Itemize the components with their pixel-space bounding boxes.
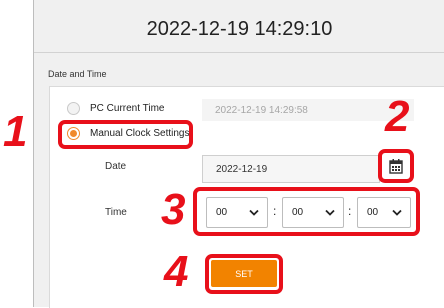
time-label: Time [105, 207, 127, 218]
callout-2: 2 [385, 92, 410, 141]
date-label: Date [105, 161, 127, 172]
pc-time-option[interactable]: PC Current Time [67, 102, 164, 115]
callout-4: 4 [164, 247, 189, 296]
current-clock: 2022-12-19 14:29:10 [146, 18, 333, 40]
highlight-time-selects [193, 187, 420, 236]
pc-time-label: PC Current Time [90, 103, 165, 114]
divider [34, 52, 444, 53]
pc-time-value: 2022-12-19 14:29:58 [202, 99, 414, 121]
callout-1: 1 [3, 107, 28, 156]
highlight-calendar [378, 149, 414, 183]
pc-time-radio[interactable] [67, 102, 80, 115]
date-input[interactable]: 2022-12-19 [202, 155, 380, 183]
highlight-set-button [205, 254, 283, 294]
section-title: Date and Time [48, 69, 107, 79]
callout-3: 3 [161, 185, 186, 234]
highlight-manual-clock [58, 120, 193, 149]
